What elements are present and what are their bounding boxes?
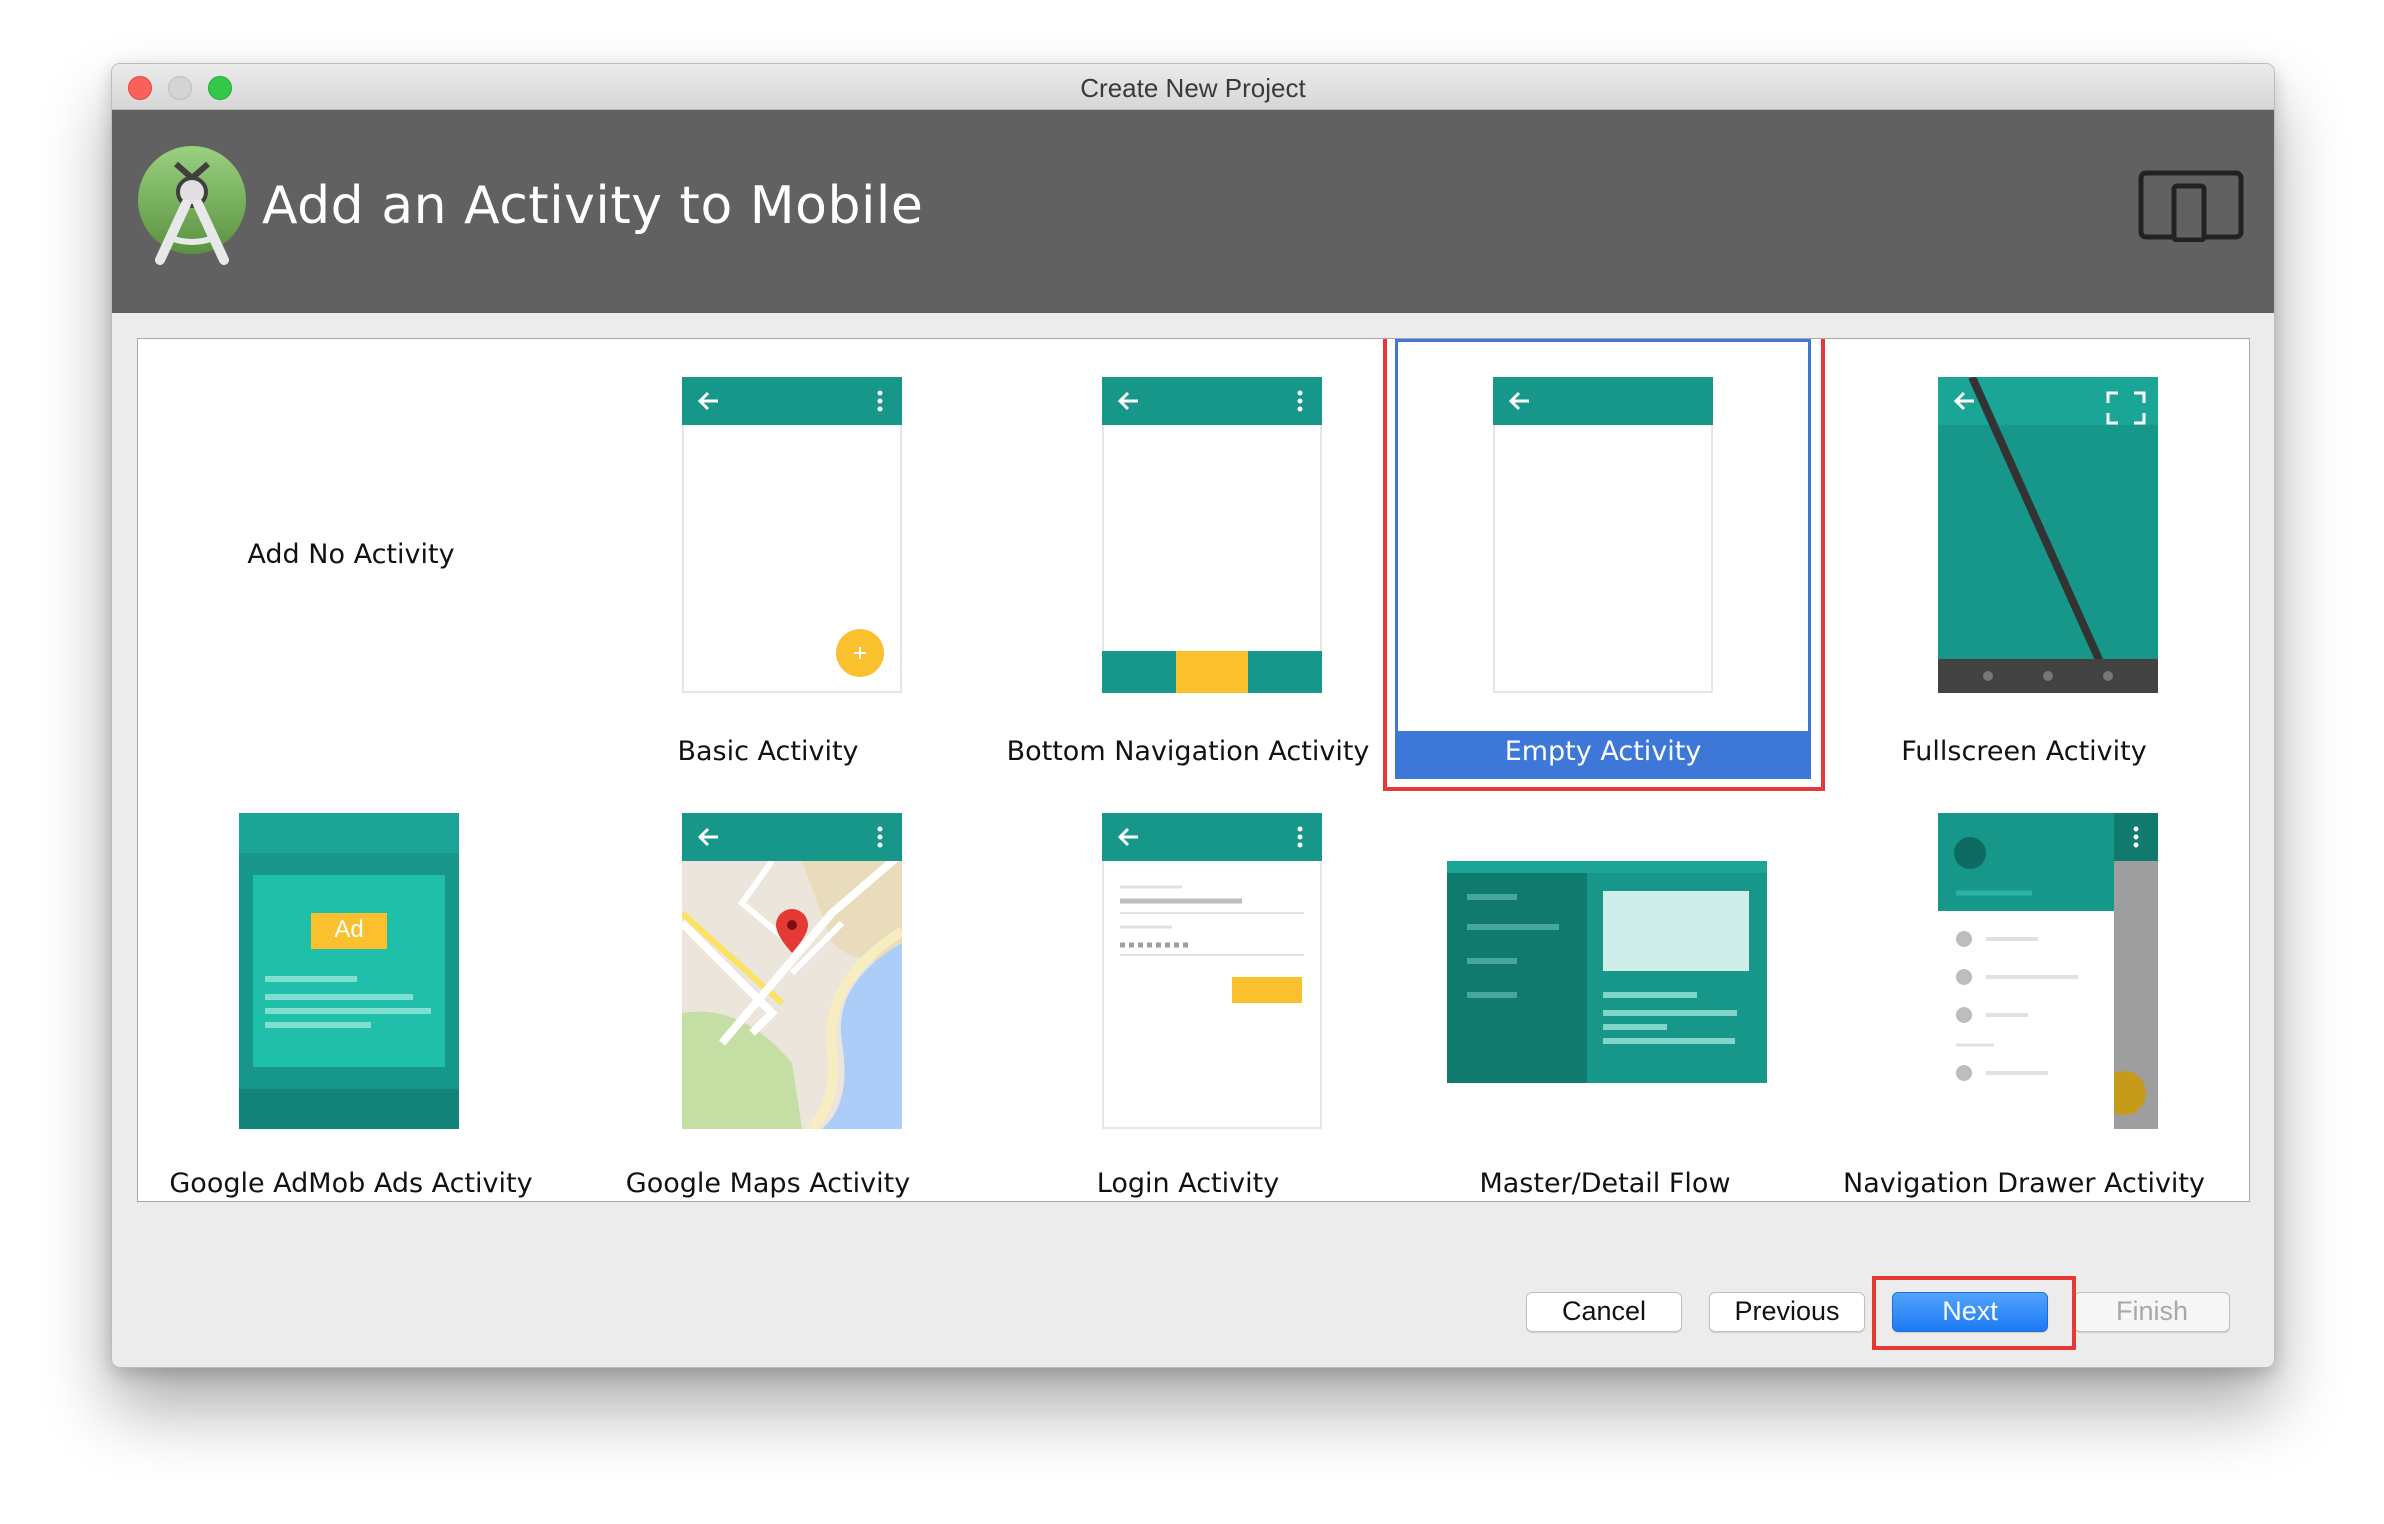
- activity-tile-bottom-navigation-activity[interactable]: Bottom Navigation Activity: [978, 339, 1398, 779]
- activity-label: Basic Activity: [677, 736, 859, 767]
- empty-activity-highlight-box: [1383, 339, 1825, 791]
- phone-tablet-device-icon: [2138, 170, 2244, 242]
- login-activity-thumbnail: [1102, 813, 1322, 1129]
- activity-label: Bottom Navigation Activity: [1006, 736, 1370, 767]
- page-title: Add an Activity to Mobile: [262, 176, 924, 236]
- activity-label: Login Activity: [1096, 1168, 1280, 1199]
- android-studio-logo-icon: [138, 146, 246, 265]
- wizard-header: Add an Activity to Mobile: [112, 110, 2274, 313]
- admob-ads-thumbnail: [239, 813, 459, 1129]
- cancel-button[interactable]: Cancel: [1526, 1292, 1682, 1332]
- create-project-window: Create New Project Add an Activity to Mo…: [111, 63, 2275, 1368]
- activity-label: Master/Detail Flow: [1479, 1168, 1731, 1199]
- activity-tile-google-maps-activity[interactable]: Google Maps Activity: [558, 779, 978, 1201]
- activity-label: Add No Activity: [247, 539, 455, 570]
- window-title: Create New Project: [1080, 73, 1306, 103]
- next-button-highlight-box: [1872, 1276, 2076, 1350]
- activity-tile-basic-activity[interactable]: Basic Activity: [558, 339, 978, 779]
- activity-tile-login-activity[interactable]: Login Activity: [978, 779, 1398, 1201]
- activity-tile-add-no-activity[interactable]: Add No Activity: [141, 339, 561, 779]
- basic-activity-thumbnail: [682, 377, 902, 693]
- google-maps-thumbnail: [682, 813, 902, 1129]
- navigation-drawer-thumbnail: [1938, 813, 2158, 1129]
- previous-button[interactable]: Previous: [1709, 1292, 1865, 1332]
- activity-label: Google Maps Activity: [625, 1168, 911, 1199]
- activity-label: Fullscreen Activity: [1901, 736, 2147, 767]
- activity-label: Navigation Drawer Activity: [1843, 1168, 2205, 1199]
- activity-tile-fullscreen-activity[interactable]: Fullscreen Activity: [1814, 339, 2234, 779]
- activity-tile-admob-ads-activity[interactable]: Ad Google AdMob Ads Activity: [141, 779, 561, 1201]
- bottom-navigation-thumbnail: [1102, 377, 1322, 693]
- title-bar: Create New Project: [112, 64, 2274, 110]
- master-detail-thumbnail: [1447, 861, 1767, 1083]
- activity-gallery[interactable]: Add No Activity Basic Activity Bottom Na…: [137, 338, 2250, 1202]
- fullscreen-activity-thumbnail: [1938, 377, 2158, 693]
- activity-tile-master-detail-flow[interactable]: Master/Detail Flow: [1395, 779, 1815, 1201]
- ad-badge-label: Ad: [334, 916, 364, 943]
- finish-button: Finish: [2074, 1292, 2230, 1332]
- activity-tile-navigation-drawer-activity[interactable]: Navigation Drawer Activity: [1814, 779, 2234, 1201]
- activity-label: Google AdMob Ads Activity: [169, 1168, 533, 1199]
